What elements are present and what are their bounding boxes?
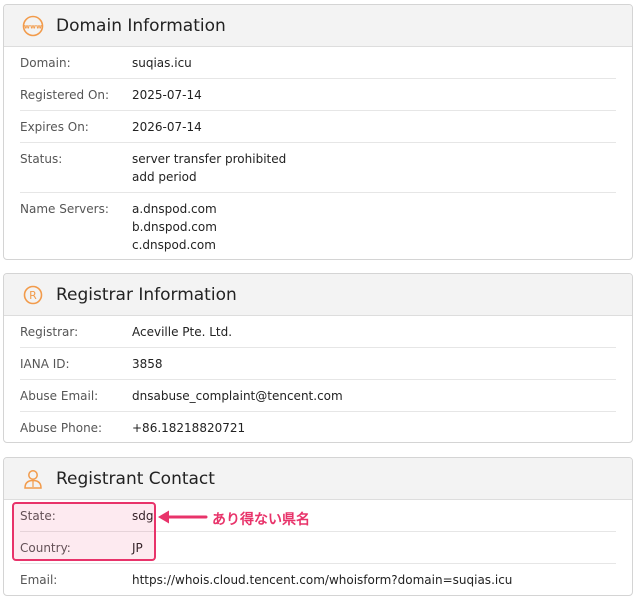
row-value: https://whois.cloud.tencent.com/whoisfor…	[132, 571, 512, 589]
domain-information-card: www Domain Information Domain: suqias.ic…	[3, 4, 633, 260]
row-label: Registered On:	[20, 88, 110, 102]
row-label: Expires On:	[20, 120, 89, 134]
svg-text:R: R	[29, 289, 37, 302]
svg-text:www: www	[24, 22, 42, 30]
status-value: server transfer prohibited	[132, 152, 287, 166]
state-country-highlight-box	[12, 502, 156, 561]
registrar-information-rows: Registrar: Aceville Pte. Ltd. IANA ID: 3…	[4, 316, 632, 442]
row-label: Registrar:	[20, 325, 79, 339]
row-value: dnsabuse_complaint@tencent.com	[132, 387, 343, 405]
annotation-text: あり得ない県名	[212, 512, 310, 528]
domain-value: suqias.icu	[132, 56, 192, 70]
row-label: Status:	[20, 152, 63, 166]
registered-icon: R	[22, 284, 44, 306]
abuse-email-value: dnsabuse_complaint@tencent.com	[132, 389, 343, 403]
domain-information-title: Domain Information	[56, 15, 226, 36]
registrar-information-title: Registrar Information	[56, 284, 237, 305]
iana-id-value: 3858	[132, 357, 163, 371]
name-server-value: a.dnspod.com	[132, 202, 217, 216]
row-value: server transfer prohibited add period	[132, 150, 286, 186]
status-value: add period	[132, 170, 197, 184]
registrant-contact-header: Registrant Contact	[4, 458, 632, 500]
row-name-servers: Name Servers: a.dnspod.com b.dnspod.com …	[20, 193, 616, 259]
registrar-information-card: R Registrar Information Registrar: Acevi…	[3, 273, 633, 443]
row-registrar: Registrar: Aceville Pte. Ltd.	[20, 316, 616, 348]
row-label: Domain:	[20, 56, 71, 70]
row-label: Abuse Phone:	[20, 421, 103, 435]
row-abuse-email: Abuse Email: dnsabuse_complaint@tencent.…	[20, 380, 616, 412]
row-label: IANA ID:	[20, 357, 70, 371]
registrant-contact-title: Registrant Contact	[56, 468, 215, 489]
row-label: Abuse Email:	[20, 389, 99, 403]
domain-information-header: www Domain Information	[4, 5, 632, 47]
row-value: 2025-07-14	[132, 86, 202, 104]
row-expires-on: Expires On: 2026-07-14	[20, 111, 616, 143]
row-domain: Domain: suqias.icu	[20, 47, 616, 79]
row-iana-id: IANA ID: 3858	[20, 348, 616, 380]
domain-information-rows: Domain: suqias.icu Registered On: 2025-0…	[4, 47, 632, 259]
row-status: Status: server transfer prohibited add p…	[20, 143, 616, 193]
expires-on-value: 2026-07-14	[132, 120, 202, 134]
registrar-information-header: R Registrar Information	[4, 274, 632, 316]
name-server-value: b.dnspod.com	[132, 220, 217, 234]
row-registered-on: Registered On: 2025-07-14	[20, 79, 616, 111]
annotation-arrow-icon	[156, 508, 208, 530]
row-label: Name Servers:	[20, 202, 109, 216]
row-abuse-phone: Abuse Phone: +86.18218820721	[20, 412, 616, 442]
row-email: Email: https://whois.cloud.tencent.com/w…	[20, 564, 616, 595]
person-icon	[22, 468, 44, 490]
email-link[interactable]: https://whois.cloud.tencent.com/whoisfor…	[132, 571, 512, 589]
abuse-phone-value: +86.18218820721	[132, 421, 246, 435]
name-server-value: c.dnspod.com	[132, 238, 216, 252]
row-label: Email:	[20, 573, 58, 587]
row-value: a.dnspod.com b.dnspod.com c.dnspod.com	[132, 200, 217, 254]
registrar-value: Aceville Pte. Ltd.	[132, 325, 233, 339]
row-value: suqias.icu	[132, 54, 192, 72]
row-value: Aceville Pte. Ltd.	[132, 323, 232, 341]
www-icon: www	[22, 15, 44, 37]
row-value: 2026-07-14	[132, 118, 202, 136]
registered-on-value: 2025-07-14	[132, 88, 202, 102]
row-value: 3858	[132, 355, 163, 373]
row-value: +86.18218820721	[132, 419, 245, 437]
